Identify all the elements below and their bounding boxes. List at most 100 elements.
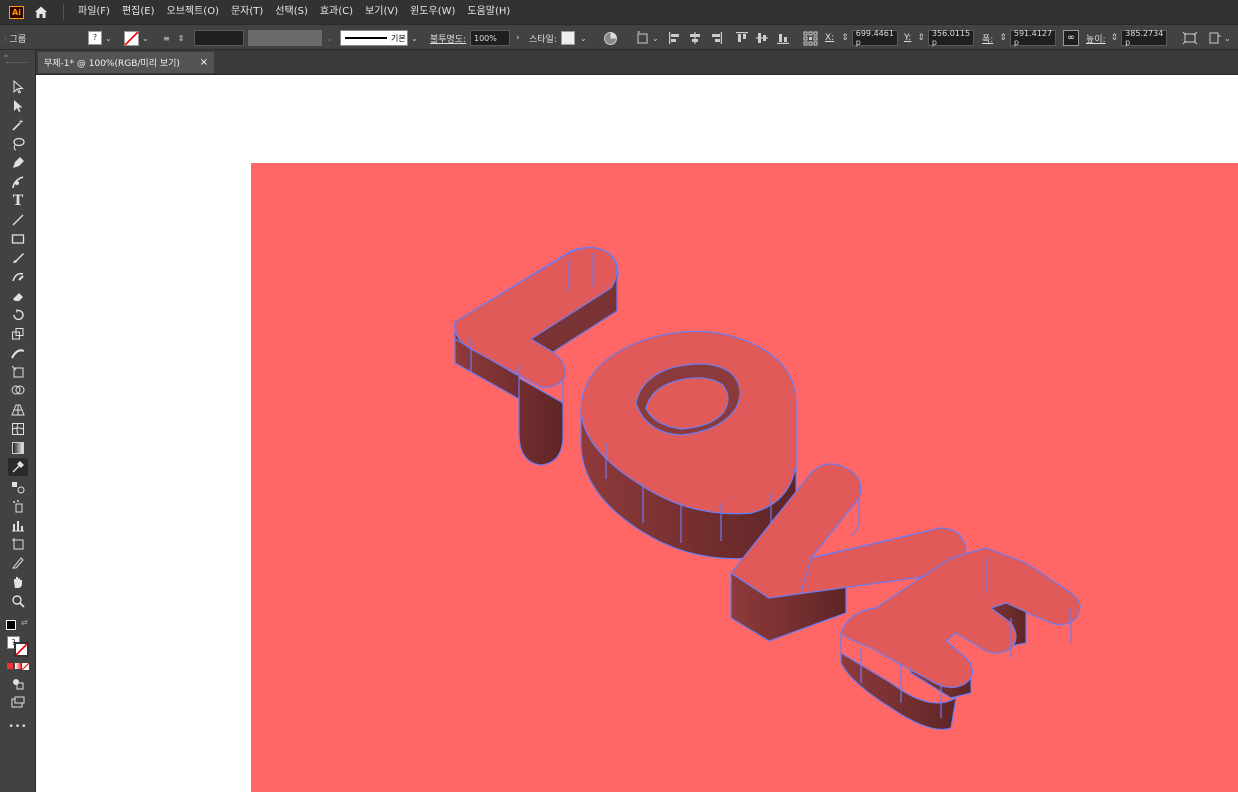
artboard[interactable] [251, 163, 1238, 792]
menu-divider [63, 4, 64, 20]
swap-fill-stroke-icon[interactable]: ⇄ [21, 618, 28, 627]
grip-handle[interactable]: ⁞ [4, 34, 7, 43]
selection-tool-icon[interactable] [8, 78, 28, 96]
gradient-tool-icon[interactable] [8, 439, 28, 457]
opacity-input[interactable]: 100% [470, 30, 510, 46]
document-tab[interactable]: 무제-1* @ 100%(RGB/미리 보기) × [38, 52, 214, 73]
stroke-color-swatch[interactable] [14, 642, 29, 657]
tools-panel: » T ⇄ ? ••• [0, 50, 36, 792]
stroke-weight-input[interactable] [194, 30, 244, 46]
arrange-documents-icon[interactable] [1208, 31, 1222, 45]
mesh-tool-icon[interactable] [8, 420, 28, 438]
home-icon[interactable] [33, 4, 49, 20]
rotate-tool-icon[interactable] [8, 306, 28, 324]
stepper-icon[interactable]: ⇕ [178, 34, 185, 43]
chevron-down-icon: ⌄ [326, 33, 333, 43]
edit-toolbar-icon[interactable]: ••• [8, 718, 28, 736]
direct-selection-tool-icon[interactable] [8, 97, 28, 115]
gradient-mode-icon[interactable] [15, 663, 21, 669]
chevron-right-icon[interactable]: › [516, 33, 520, 43]
menu-view[interactable]: 보기(V) [359, 0, 404, 24]
chevron-down-icon[interactable]: ⌄ [1224, 34, 1231, 43]
transform-each-icon[interactable] [1182, 31, 1198, 45]
curvature-tool-icon[interactable] [8, 173, 28, 191]
document-tab-title: 무제-1* @ 100%(RGB/미리 보기) [44, 59, 180, 69]
brush-definition-dropdown[interactable]: 기본 [340, 30, 408, 46]
chevron-down-icon[interactable]: ⌄ [652, 34, 659, 43]
align-vcenter-icon[interactable] [755, 31, 769, 45]
menu-window[interactable]: 윈도우(W) [404, 0, 461, 24]
color-mode-icon[interactable] [7, 663, 13, 669]
selection-type-label: 그룹 [9, 34, 27, 45]
transform-icon[interactable] [636, 31, 650, 45]
stepper-icon[interactable]: ⇕ [917, 33, 925, 43]
graphic-style-swatch[interactable] [561, 31, 575, 45]
chevron-down-icon[interactable]: ⌄ [411, 34, 418, 43]
constrain-proportions-link-icon[interactable]: ∞ [1063, 30, 1079, 46]
stroke-style-label: 기본 [391, 33, 406, 43]
eraser-tool-icon[interactable] [8, 287, 28, 305]
x-input[interactable]: 699.4461 p [851, 29, 898, 47]
scale-tool-icon[interactable] [8, 325, 28, 343]
paintbrush-tool-icon[interactable] [8, 249, 28, 267]
eyedropper-tool-icon[interactable] [8, 458, 28, 476]
hand-tool-icon[interactable] [8, 573, 28, 591]
artboard-tool-icon[interactable] [8, 535, 28, 553]
width-input[interactable]: 591.4127 p [1009, 29, 1056, 47]
control-bar: ⁞ 그룹 ? ⌄ ⌄ ≡ ⇕ ⌄ 기본 ⌄ 불투명도: 100% › 스타일: ⌄ ⌄… [0, 24, 1238, 50]
chevron-down-icon[interactable]: ⌄ [105, 34, 112, 43]
reference-point-icon[interactable] [803, 31, 818, 46]
opacity-label[interactable]: 불투명도: [430, 32, 466, 45]
column-graph-tool-icon[interactable] [8, 516, 28, 534]
magic-wand-tool-icon[interactable] [8, 116, 28, 134]
menu-type[interactable]: 문자(T) [225, 0, 269, 24]
menu-object[interactable]: 오브젝트(O) [161, 0, 225, 24]
align-top-icon[interactable] [735, 31, 749, 45]
pen-tool-icon[interactable] [8, 154, 28, 172]
perspective-grid-tool-icon[interactable] [8, 401, 28, 419]
fill-swatch[interactable]: ? [88, 31, 102, 45]
variable-width-dropdown[interactable] [248, 30, 322, 46]
line-segment-tool-icon[interactable] [8, 211, 28, 229]
shaper-tool-icon[interactable] [8, 268, 28, 286]
width-tool-icon[interactable] [8, 344, 28, 362]
recolor-artwork-icon[interactable] [603, 31, 618, 46]
height-label: 높이: [1086, 34, 1106, 45]
draw-mode-icon[interactable] [8, 675, 28, 693]
menu-file[interactable]: 파일(F) [72, 0, 116, 24]
menu-select[interactable]: 선택(S) [269, 0, 314, 24]
menu-bar: Ai 파일(F) 편집(E) 오브젝트(O) 문자(T) 선택(S) 효과(C)… [0, 0, 1238, 24]
type-tool-icon[interactable]: T [8, 192, 28, 210]
blend-tool-icon[interactable] [8, 478, 28, 496]
align-right-icon[interactable] [709, 31, 723, 45]
screen-mode-icon[interactable] [8, 693, 28, 711]
chevron-down-icon[interactable]: ⌄ [580, 34, 587, 43]
collapse-panel-icon[interactable]: » [4, 52, 8, 60]
none-mode-icon[interactable] [22, 663, 29, 670]
stroke-none-swatch[interactable] [124, 30, 139, 46]
symbol-sprayer-tool-icon[interactable] [8, 497, 28, 515]
panel-grip[interactable] [6, 62, 28, 65]
rectangle-tool-icon[interactable] [8, 230, 28, 248]
menu-effect[interactable]: 효과(C) [314, 0, 359, 24]
chevron-down-icon[interactable]: ⌄ [142, 34, 149, 43]
canvas[interactable] [36, 75, 1238, 792]
zoom-tool-icon[interactable] [8, 592, 28, 610]
lasso-tool-icon[interactable] [8, 135, 28, 153]
height-input[interactable]: 385.2734 p [1121, 29, 1168, 47]
stepper-icon[interactable]: ⇕ [1111, 33, 1119, 43]
y-input[interactable]: 356.0115 p [927, 29, 974, 47]
align-left-icon[interactable] [668, 31, 682, 45]
align-bottom-icon[interactable] [776, 31, 790, 45]
slice-tool-icon[interactable] [8, 554, 28, 572]
stepper-icon[interactable]: ⇕ [841, 33, 849, 43]
menu-edit[interactable]: 편집(E) [116, 0, 161, 24]
free-transform-tool-icon[interactable] [8, 363, 28, 381]
menu-help[interactable]: 도움말(H) [461, 0, 516, 24]
x-label: X: [825, 33, 835, 43]
shape-builder-tool-icon[interactable] [8, 382, 28, 400]
stepper-icon[interactable]: ⇕ [999, 33, 1007, 43]
align-hcenter-icon[interactable] [688, 31, 702, 45]
close-icon[interactable]: × [200, 57, 208, 68]
default-fill-stroke-icon[interactable] [6, 620, 16, 630]
